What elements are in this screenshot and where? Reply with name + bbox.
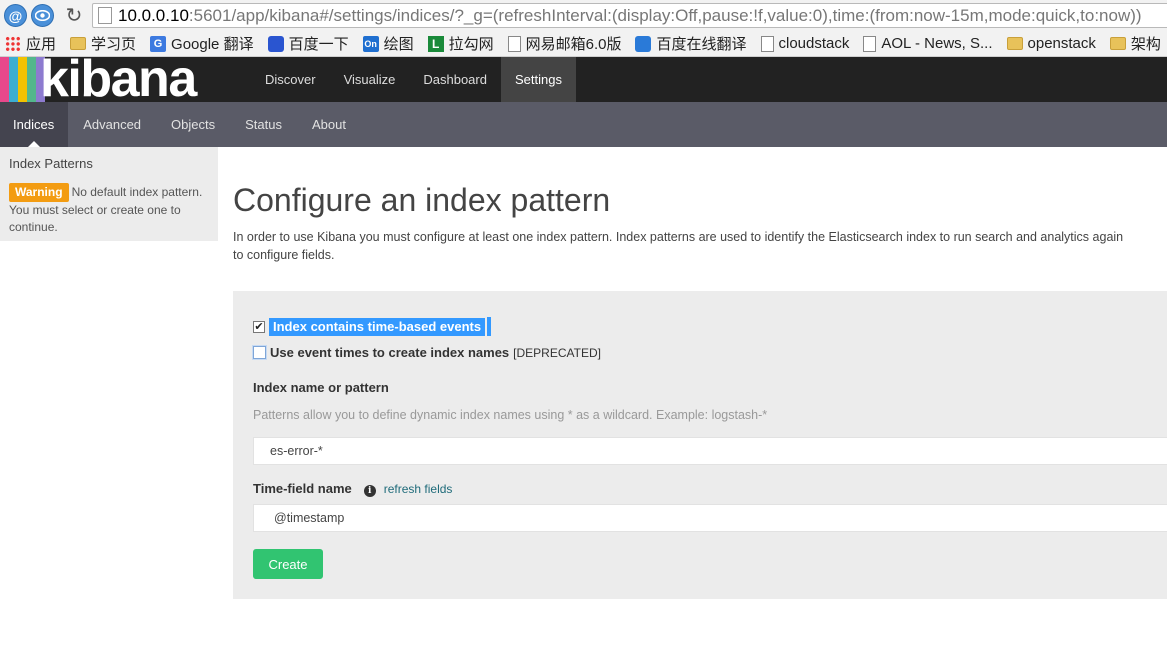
lagou-icon: L — [427, 35, 444, 52]
index-name-value: es-error-* — [270, 444, 323, 458]
intro-text: In order to use Kibana you must configur… — [233, 228, 1167, 264]
selection-caret — [487, 317, 492, 336]
extension-at-icon[interactable]: @ — [4, 4, 27, 27]
logo-stripe — [27, 57, 36, 102]
tab-indices[interactable]: Indices — [0, 102, 69, 147]
index-pattern-form: ✔ Index contains time-based events Use e… — [233, 291, 1167, 599]
tab-objects[interactable]: Objects — [156, 102, 230, 147]
time-field-value: @timestamp — [274, 511, 345, 525]
settings-subnav: Indices Advanced Objects Status About — [0, 102, 1167, 147]
deprecated-tag: [DEPRECATED] — [513, 345, 601, 360]
refresh-fields-link[interactable]: refresh fields — [384, 482, 453, 496]
event-times-label[interactable]: Use event times to create index names — [270, 345, 509, 360]
kibana-logo[interactable]: kibana — [40, 51, 197, 107]
index-name-label: Index name or pattern — [253, 380, 389, 395]
bookmark-drawing[interactable]: On 绘图 — [362, 33, 414, 54]
index-name-input[interactable]: es-error-* — [253, 437, 1167, 465]
page-icon — [98, 7, 112, 24]
time-based-checkbox[interactable]: ✔ — [253, 320, 265, 333]
tab-advanced[interactable]: Advanced — [68, 102, 156, 147]
nav-dashboard[interactable]: Dashboard — [409, 57, 501, 102]
bookmark-baidu[interactable]: 百度一下 — [267, 33, 349, 54]
bookmark-label: cloudstack — [778, 35, 850, 52]
folder-icon — [1109, 37, 1126, 50]
apps-icon — [5, 35, 21, 52]
event-times-checkbox[interactable] — [253, 346, 266, 359]
reload-icon[interactable]: ↻ — [62, 3, 86, 27]
bookmark-cloudstack[interactable]: cloudstack — [760, 35, 850, 52]
bookmark-label: AOL - News, S... — [881, 35, 993, 52]
warning-text-2: You must select or create one to continu… — [9, 203, 181, 234]
nav-visualize[interactable]: Visualize — [330, 57, 410, 102]
bookmark-label: 架构 — [1130, 36, 1161, 53]
time-field-label: Time-field name — [253, 481, 352, 496]
logo-stripe — [9, 57, 18, 102]
kibana-logo-stripes — [0, 57, 45, 102]
bookmark-label: openstack — [1027, 35, 1096, 52]
tab-status[interactable]: Status — [230, 102, 297, 147]
time-based-row: ✔ Index contains time-based events — [253, 317, 492, 336]
no-default-warning: Warning No default index pattern. You mus… — [9, 183, 209, 236]
time-field-select[interactable]: @timestamp — [253, 504, 1167, 532]
bookmark-label: 拉勾网 — [448, 36, 494, 53]
extension-eye-icon[interactable] — [31, 4, 54, 27]
baidu-translate-icon — [635, 35, 652, 52]
page-icon — [507, 35, 521, 52]
warning-badge: Warning — [9, 183, 69, 202]
bookmark-label: 绘图 — [383, 36, 414, 53]
bookmark-label: 百度在线翻译 — [656, 36, 747, 53]
bookmark-label: 百度一下 — [288, 36, 349, 53]
tab-about[interactable]: About — [297, 102, 361, 147]
folder-icon — [70, 37, 87, 50]
warning-text-1: No default index pattern. — [71, 185, 203, 199]
event-times-row: Use event times to create index names [D… — [253, 345, 601, 360]
time-field-label-row: Time-field name i refresh fields — [253, 481, 452, 497]
page-icon — [760, 35, 774, 52]
logo-stripe — [0, 57, 9, 102]
baidu-icon — [267, 35, 284, 52]
sidebar-title: Index Patterns — [9, 156, 93, 171]
bookmark-aol[interactable]: AOL - News, S... — [863, 35, 993, 52]
time-based-label[interactable]: Index contains time-based events — [269, 317, 486, 336]
bookmark-label: 网易邮箱6.0版 — [525, 36, 622, 53]
create-button[interactable]: Create — [253, 549, 323, 579]
bookmark-folder-architecture[interactable]: 架构 — [1109, 33, 1161, 54]
page-icon — [863, 35, 877, 52]
folder-icon — [1006, 37, 1023, 50]
logo-stripe — [18, 57, 27, 102]
intro-line-2: to configure fields. — [233, 248, 335, 262]
nav-settings[interactable]: Settings — [500, 57, 576, 102]
intro-line-1: In order to use Kibana you must configur… — [233, 230, 1124, 244]
nav-discover[interactable]: Discover — [251, 57, 330, 102]
index-name-help: Patterns allow you to define dynamic ind… — [253, 408, 768, 422]
page-title: Configure an index pattern — [233, 182, 611, 218]
onenote-icon: On — [362, 35, 379, 52]
address-bar[interactable]: 10.0.0.10:5601/app/kibana#/settings/indi… — [92, 3, 1167, 28]
bookmark-lagou[interactable]: L 拉勾网 — [427, 33, 494, 54]
url-host: 10.0.0.10 — [118, 5, 189, 25]
info-icon[interactable]: i — [363, 485, 376, 497]
index-patterns-sidebar: Index Patterns Warning No default index p… — [0, 147, 218, 241]
bookmark-folder-openstack[interactable]: openstack — [1006, 35, 1096, 52]
reload-glyph: ↻ — [65, 3, 83, 27]
url-path: :5601/app/kibana#/settings/indices/?_g=(… — [188, 5, 1142, 25]
browser-toolbar: @ ↻ 10.0.0.10:5601/app/kibana#/settings/… — [0, 0, 1167, 31]
kibana-header: kibana Discover Visualize Dashboard Sett… — [0, 51, 1167, 107]
bookmark-baidu-translate[interactable]: 百度在线翻译 — [635, 33, 747, 54]
main-nav: Discover Visualize Dashboard Settings — [251, 57, 576, 102]
url-text: 10.0.0.10:5601/app/kibana#/settings/indi… — [118, 6, 1142, 26]
extension-at-glyph: @ — [8, 7, 23, 24]
bookmark-163-mail[interactable]: 网易邮箱6.0版 — [507, 33, 622, 54]
